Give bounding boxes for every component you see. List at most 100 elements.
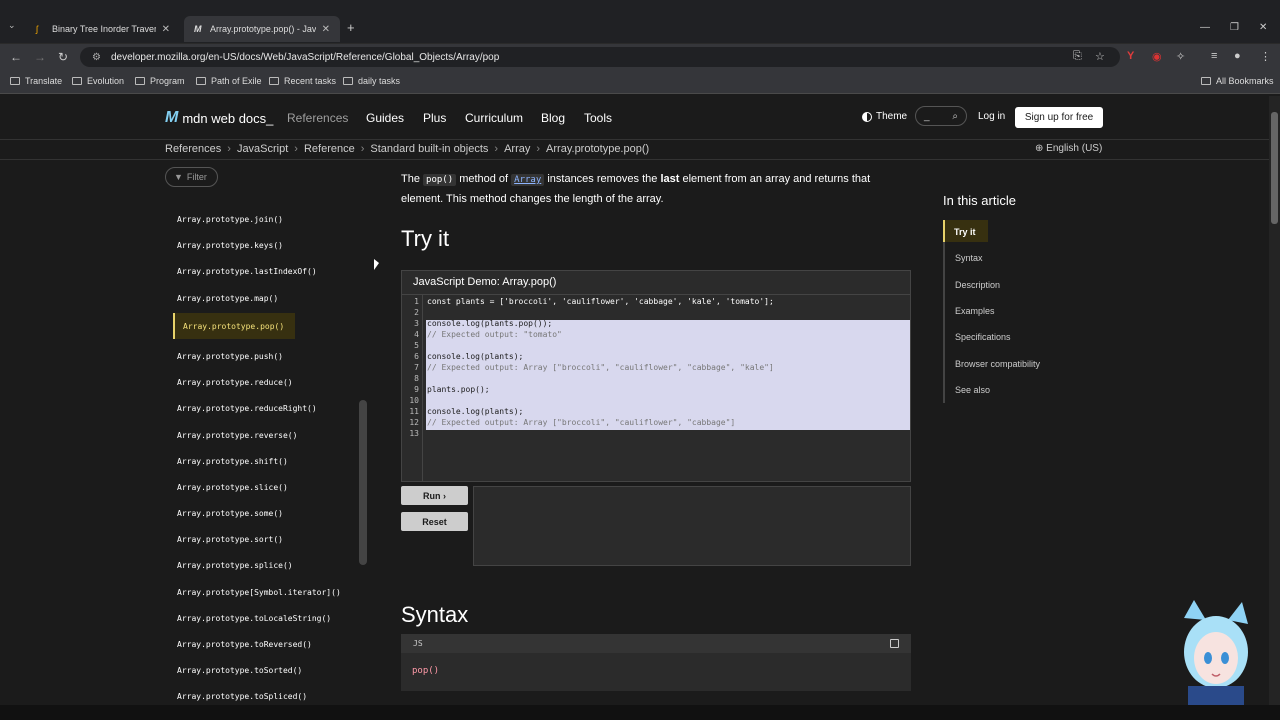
sidebar-item[interactable]: Array.prototype[Symbol.iterator]() bbox=[177, 588, 341, 597]
sidebar-item[interactable]: Array.prototype.lastIndexOf() bbox=[177, 267, 317, 276]
reload-icon[interactable]: ↻ bbox=[58, 50, 68, 64]
bookmark-label: Program bbox=[150, 76, 185, 86]
close-tab-icon[interactable]: ✕ bbox=[322, 24, 330, 35]
array-link[interactable]: Array bbox=[511, 174, 545, 186]
search-button[interactable]: _ ⌕ bbox=[915, 106, 967, 126]
extensions-puzzle-icon[interactable]: ✧ bbox=[1176, 50, 1185, 63]
sidebar-item[interactable]: Array.prototype.sort() bbox=[177, 535, 283, 544]
install-app-icon[interactable]: ⎘ bbox=[1073, 50, 1082, 63]
all-bookmarks[interactable]: All Bookmarks bbox=[1201, 76, 1274, 86]
sidebar-item[interactable]: Array.prototype.push() bbox=[177, 352, 283, 361]
leetcode-icon: ʃ bbox=[36, 24, 38, 34]
sidebar-item[interactable]: Array.prototype.map() bbox=[177, 294, 278, 303]
mouse-cursor-icon bbox=[374, 259, 379, 270]
crumb-javascript[interactable]: JavaScript bbox=[237, 143, 288, 155]
tab-title: Array.prototype.pop() - JavaScript bbox=[210, 24, 316, 34]
folder-icon bbox=[135, 77, 145, 85]
sidebar-item[interactable]: Array.prototype.shift() bbox=[177, 457, 288, 466]
tab-mdn-pop[interactable]: M Array.prototype.pop() - JavaScript ✕ bbox=[184, 16, 340, 42]
crumb-references[interactable]: References bbox=[165, 143, 221, 155]
sidebar-item[interactable]: Array.prototype.toLocaleString() bbox=[177, 614, 331, 623]
sidebar-item[interactable]: Array.prototype.join() bbox=[177, 215, 283, 224]
url-input[interactable]: ⚙ developer.mozilla.org/en-US/docs/Web/J… bbox=[80, 47, 1120, 67]
back-icon[interactable]: ← bbox=[10, 50, 22, 64]
bookmark-star-icon[interactable]: ☆ bbox=[1095, 50, 1105, 63]
intro-text: The bbox=[401, 173, 420, 185]
login-link[interactable]: Log in bbox=[978, 111, 1005, 122]
language-selector[interactable]: ⊕ English (US) bbox=[1035, 143, 1102, 154]
menu-plus[interactable]: Plus bbox=[423, 111, 446, 125]
logo-text: mdn web docs_ bbox=[182, 110, 274, 126]
line-number: 5 bbox=[414, 341, 419, 350]
extension-badge-icon[interactable]: ◉ bbox=[1152, 50, 1162, 63]
run-button[interactable]: Run › bbox=[401, 486, 468, 505]
sidebar-item[interactable]: Array.prototype.reverse() bbox=[177, 431, 297, 440]
forward-icon[interactable]: → bbox=[34, 50, 46, 64]
menu-references[interactable]: References bbox=[287, 111, 348, 125]
theme-switcher[interactable]: Theme bbox=[862, 111, 907, 122]
crumb-current[interactable]: Array.prototype.pop() bbox=[546, 143, 649, 155]
sidebar-item[interactable]: Array.prototype.splice() bbox=[177, 561, 293, 570]
globe-icon: ⊕ bbox=[1035, 143, 1044, 154]
reset-button[interactable]: Reset bbox=[401, 512, 468, 531]
sidebar-item-active[interactable]: Array.prototype.pop() bbox=[173, 313, 295, 339]
sidebar-item[interactable]: Array.prototype.slice() bbox=[177, 483, 288, 492]
copy-icon[interactable] bbox=[890, 639, 899, 648]
close-tab-icon[interactable]: ✕ bbox=[162, 24, 170, 35]
profile-avatar[interactable]: ● bbox=[1234, 50, 1241, 62]
toc-item-syntax[interactable]: Syntax bbox=[955, 253, 983, 263]
yandex-extension-icon[interactable]: Y bbox=[1127, 50, 1134, 62]
close-window-icon[interactable]: ✕ bbox=[1259, 22, 1267, 33]
bookmark-translate[interactable]: Translate bbox=[10, 76, 62, 86]
menu-curriculum[interactable]: Curriculum bbox=[465, 111, 523, 125]
filter-input[interactable]: ▼ Filter bbox=[165, 167, 218, 187]
menu-blog[interactable]: Blog bbox=[541, 111, 565, 125]
new-tab-icon[interactable]: + bbox=[347, 20, 355, 35]
bookmark-daily-tasks[interactable]: daily tasks bbox=[343, 76, 400, 86]
minimize-icon[interactable]: — bbox=[1200, 22, 1210, 33]
sidebar-item[interactable]: Array.prototype.toSorted() bbox=[177, 666, 302, 675]
bookmark-path-of-exile[interactable]: Path of Exile bbox=[196, 76, 262, 86]
sidebar-item[interactable]: Array.prototype.reduceRight() bbox=[177, 404, 317, 413]
bookmark-label: Evolution bbox=[87, 76, 125, 86]
syntax-code-block: JS pop() bbox=[401, 634, 911, 691]
crumb-standard-objects[interactable]: Standard built-in objects bbox=[370, 143, 488, 155]
sidebar-item[interactable]: Array.prototype.reduce() bbox=[177, 378, 293, 387]
chevron-right-icon: › bbox=[360, 143, 365, 155]
toc-item-specifications[interactable]: Specifications bbox=[955, 332, 1011, 342]
line-number: 8 bbox=[414, 374, 419, 383]
page-icon bbox=[10, 77, 20, 85]
bookmarks-bar: Translate Evolution Program Path of Exil… bbox=[0, 70, 1280, 94]
restore-icon[interactable]: ❐ bbox=[1230, 22, 1239, 33]
bookmark-recent-tasks[interactable]: Recent tasks bbox=[269, 76, 336, 86]
menu-guides[interactable]: Guides bbox=[366, 111, 404, 125]
signup-button[interactable]: Sign up for free bbox=[1015, 107, 1103, 128]
sidebar-item[interactable]: Array.prototype.some() bbox=[177, 509, 283, 518]
code-editor[interactable]: const plants = ['broccoli', 'cauliflower… bbox=[424, 295, 910, 481]
sidebar-item[interactable]: Array.prototype.keys() bbox=[177, 241, 283, 250]
menu-tools[interactable]: Tools bbox=[584, 111, 612, 125]
sidebar-scrollbar[interactable] bbox=[359, 400, 367, 565]
site-info-icon[interactable]: ⚙ bbox=[92, 52, 101, 63]
url-text: developer.mozilla.org/en-US/docs/Web/Jav… bbox=[110, 51, 500, 63]
toc-item-description[interactable]: Description bbox=[955, 280, 1000, 290]
browser-menu-icon[interactable]: ⋮ bbox=[1260, 50, 1271, 63]
toc-item-examples[interactable]: Examples bbox=[955, 306, 995, 316]
crumb-array[interactable]: Array bbox=[504, 143, 530, 155]
tab-leetcode[interactable]: ʃ Binary Tree Inorder Traversal ✕ bbox=[26, 16, 180, 42]
tab-search-chevron-icon[interactable]: ⌄ bbox=[8, 20, 16, 31]
bookmark-label: Translate bbox=[25, 76, 63, 86]
crumb-reference[interactable]: Reference bbox=[304, 143, 355, 155]
sidebar-item[interactable]: Array.prototype.toReversed() bbox=[177, 640, 312, 649]
bookmark-label: daily tasks bbox=[358, 76, 401, 86]
code-line: // Expected output: Array ["broccoli", "… bbox=[427, 363, 774, 372]
bookmark-evolution[interactable]: Evolution bbox=[72, 76, 124, 86]
toc-item-try-it[interactable]: Try it bbox=[943, 220, 988, 242]
bookmark-program[interactable]: Program bbox=[135, 76, 185, 86]
media-controls-icon[interactable]: ≡ bbox=[1211, 50, 1217, 62]
mdn-logo[interactable]: M mdn web docs_ bbox=[165, 109, 273, 127]
sidebar-item[interactable]: Array.prototype.toSpliced() bbox=[177, 692, 307, 701]
page-scrollbar-thumb[interactable] bbox=[1271, 112, 1278, 224]
toc-item-see-also[interactable]: See also bbox=[955, 385, 990, 395]
toc-item-browser-compat[interactable]: Browser compatibility bbox=[955, 359, 1040, 369]
